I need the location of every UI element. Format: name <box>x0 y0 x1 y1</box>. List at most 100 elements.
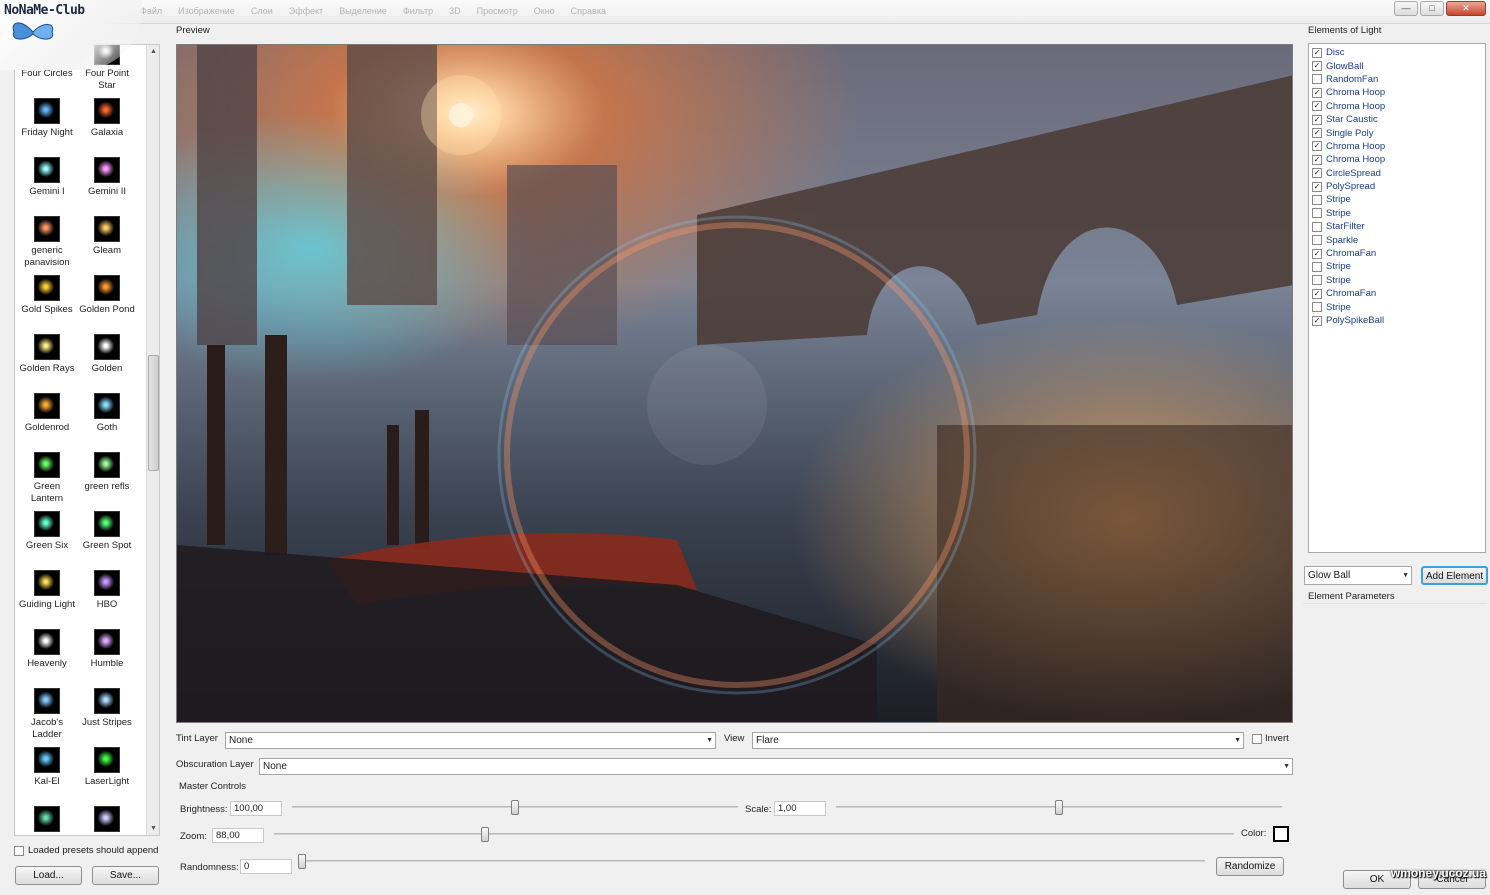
close-button[interactable]: ✕ <box>1446 1 1486 16</box>
maximize-button[interactable]: □ <box>1420 1 1444 16</box>
element-item[interactable]: Stripe <box>1312 260 1482 273</box>
element-item[interactable]: Stripe <box>1312 193 1482 206</box>
brightness-slider-handle[interactable] <box>511 800 519 815</box>
element-checkbox[interactable] <box>1312 208 1322 219</box>
element-checkbox[interactable] <box>1312 74 1322 85</box>
element-item[interactable]: ✓ PolySpread <box>1312 180 1482 193</box>
element-checkbox[interactable]: ✓ <box>1312 128 1322 139</box>
minimize-button[interactable]: — <box>1394 1 1418 16</box>
presets-scrollbar[interactable]: ▲ ▼ <box>146 45 159 835</box>
preview-canvas[interactable] <box>176 44 1293 723</box>
element-checkbox[interactable]: ✓ <box>1312 288 1322 299</box>
preset-item[interactable] <box>17 806 77 835</box>
menu-item[interactable]: Эффект <box>289 6 323 16</box>
preset-item[interactable]: Green Lantern <box>17 452 77 511</box>
zoom-slider-track[interactable] <box>274 833 1234 835</box>
menu-item[interactable]: Окно <box>534 6 555 16</box>
preset-item[interactable]: Golden Rays <box>17 334 77 393</box>
menu-item[interactable]: Изображение <box>178 6 235 16</box>
append-presets-checkbox[interactable] <box>14 845 24 856</box>
append-presets-row[interactable]: Loaded presets should append <box>14 845 158 856</box>
preset-item[interactable]: Golden Pond <box>77 275 137 334</box>
element-item[interactable]: ✓ Chroma Hoop <box>1312 153 1482 166</box>
element-checkbox[interactable] <box>1312 221 1322 232</box>
invert-row[interactable]: Invert <box>1252 733 1289 744</box>
randomize-button[interactable]: Randomize <box>1216 857 1284 876</box>
obscuration-layer-select[interactable]: None ▼ <box>259 758 1293 775</box>
save-presets-button[interactable]: Save... <box>92 866 159 885</box>
preset-item[interactable]: HBO <box>77 570 137 629</box>
invert-checkbox[interactable] <box>1252 733 1262 744</box>
menu-item[interactable]: 3D <box>449 6 461 16</box>
tint-layer-select[interactable]: None ▼ <box>225 732 716 749</box>
element-type-select[interactable]: Glow Ball ▼ <box>1304 566 1412 585</box>
randomness-input[interactable]: 0 <box>240 859 292 874</box>
element-checkbox[interactable] <box>1312 194 1322 205</box>
element-checkbox[interactable]: ✓ <box>1312 315 1322 326</box>
view-select[interactable]: Flare ▼ <box>752 732 1244 749</box>
element-item[interactable]: ✓ CircleSpread <box>1312 167 1482 180</box>
menu-item[interactable]: Выделение <box>339 6 387 16</box>
scrollbar-thumb[interactable] <box>148 355 159 471</box>
element-item[interactable]: Stripe <box>1312 274 1482 287</box>
preset-item[interactable]: Goldenrod <box>17 393 77 452</box>
presets-list[interactable]: Four Circles Four Point Star Friday Night G… <box>14 44 160 836</box>
preset-item[interactable]: generic panavision <box>17 216 77 275</box>
preset-item[interactable]: Friday Night <box>17 98 77 157</box>
preset-item[interactable]: LaserLight <box>77 747 137 806</box>
add-element-button[interactable]: Add Element <box>1421 566 1488 585</box>
element-checkbox[interactable]: ✓ <box>1312 248 1322 259</box>
element-checkbox[interactable]: ✓ <box>1312 87 1322 98</box>
preset-item[interactable]: Golden <box>77 334 137 393</box>
element-item[interactable]: Stripe <box>1312 207 1482 220</box>
element-checkbox[interactable]: ✓ <box>1312 114 1322 125</box>
preset-item[interactable]: Gleam <box>77 216 137 275</box>
element-checkbox[interactable] <box>1312 235 1322 246</box>
preset-item[interactable]: green refls <box>77 452 137 511</box>
element-checkbox[interactable] <box>1312 275 1322 286</box>
preset-item[interactable]: Jacob's Ladder <box>17 688 77 747</box>
menu-item[interactable]: Файл <box>140 6 162 16</box>
preset-item[interactable]: Gemini II <box>77 157 137 216</box>
element-item[interactable]: ✓ Disc <box>1312 46 1482 59</box>
elements-list[interactable]: ✓ Disc ✓ GlowBall RandomFan ✓ Chroma Hoop ✓ Chro… <box>1308 43 1486 553</box>
preset-item[interactable]: Guiding Light <box>17 570 77 629</box>
color-swatch[interactable] <box>1273 826 1289 842</box>
preset-item[interactable]: Galaxia <box>77 98 137 157</box>
preset-item[interactable]: Gemini I <box>17 157 77 216</box>
preset-item[interactable] <box>77 806 137 835</box>
element-item[interactable]: ✓ ChromaFan <box>1312 287 1482 300</box>
brightness-input[interactable]: 100,00 <box>230 801 282 816</box>
preset-item[interactable]: Green Six <box>17 511 77 570</box>
menu-item[interactable]: Фильтр <box>403 6 433 16</box>
element-checkbox[interactable]: ✓ <box>1312 47 1322 58</box>
element-checkbox[interactable]: ✓ <box>1312 141 1322 152</box>
zoom-input[interactable]: 88,00 <box>212 828 264 843</box>
preset-item[interactable]: Green Spot <box>77 511 137 570</box>
element-item[interactable]: RandomFan <box>1312 73 1482 86</box>
element-item[interactable]: ✓ ChromaFan <box>1312 247 1482 260</box>
scroll-up-arrow-icon[interactable]: ▲ <box>147 45 159 58</box>
menu-item[interactable]: Слои <box>251 6 273 16</box>
element-checkbox[interactable]: ✓ <box>1312 181 1322 192</box>
element-item[interactable]: ✓ Chroma Hoop <box>1312 100 1482 113</box>
preset-item[interactable]: Heavenly <box>17 629 77 688</box>
element-item[interactable]: ✓ Chroma Hoop <box>1312 86 1482 99</box>
element-checkbox[interactable]: ✓ <box>1312 61 1322 72</box>
element-checkbox[interactable]: ✓ <box>1312 154 1322 165</box>
element-checkbox[interactable]: ✓ <box>1312 101 1322 112</box>
menu-item[interactable]: Просмотр <box>477 6 518 16</box>
randomness-slider-track[interactable] <box>302 860 1205 862</box>
element-item[interactable]: Stripe <box>1312 300 1482 313</box>
element-item[interactable]: ✓ Star Caustic <box>1312 113 1482 126</box>
element-item[interactable]: ✓ PolySpikeBall <box>1312 314 1482 327</box>
preset-item[interactable]: Goth <box>77 393 137 452</box>
element-checkbox[interactable]: ✓ <box>1312 168 1322 179</box>
preset-item[interactable]: Humble <box>77 629 137 688</box>
load-presets-button[interactable]: Load... <box>15 866 82 885</box>
menu-item[interactable]: Справка <box>571 6 606 16</box>
element-checkbox[interactable] <box>1312 261 1322 272</box>
element-item[interactable]: ✓ Chroma Hoop <box>1312 140 1482 153</box>
randomness-slider-handle[interactable] <box>298 854 306 869</box>
scale-slider-handle[interactable] <box>1055 800 1063 815</box>
